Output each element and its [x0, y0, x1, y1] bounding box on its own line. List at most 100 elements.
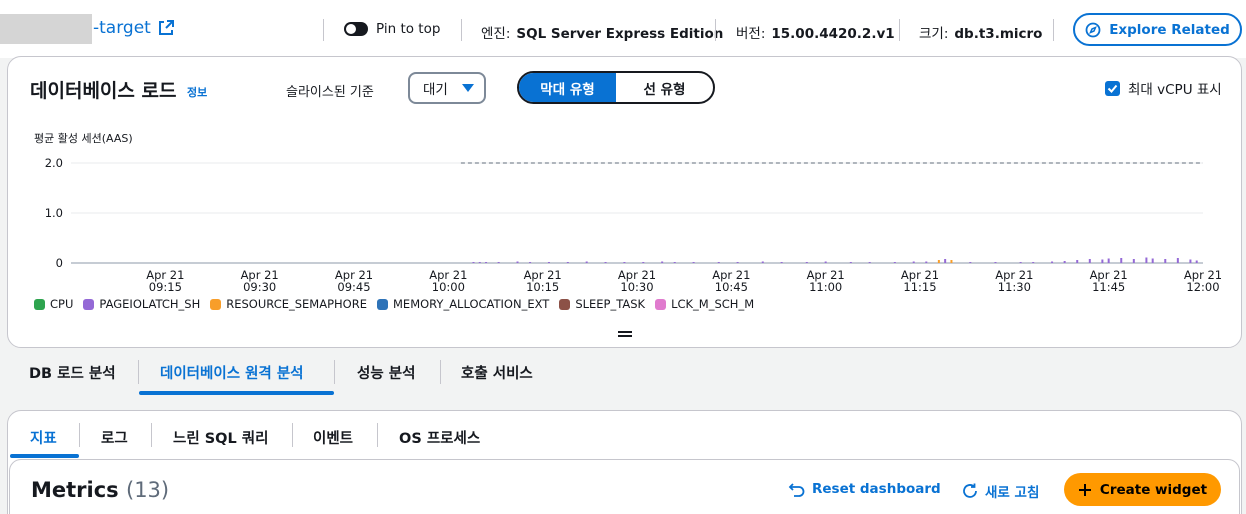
chart-bar — [692, 262, 695, 263]
separator — [292, 423, 293, 447]
separator — [151, 423, 152, 447]
compass-icon — [1085, 22, 1101, 37]
refresh-icon — [963, 483, 977, 498]
chart-bar — [1189, 259, 1192, 263]
explore-related-button[interactable]: Explore Related — [1073, 13, 1242, 46]
tab-slow-sql-queries[interactable]: 느린 SQL 쿼리 — [173, 427, 268, 448]
legend-swatch — [377, 298, 388, 310]
legend-label: PAGEIOLATCH_SH — [99, 297, 201, 311]
toggle-switch-icon[interactable] — [344, 22, 368, 36]
x-tick-time: 10:15 — [526, 280, 559, 294]
legend-swatch — [34, 298, 45, 310]
x-tick-time: 10:00 — [432, 280, 465, 294]
chart-bar — [547, 262, 550, 263]
legend-swatch — [655, 298, 667, 310]
separator — [334, 360, 335, 384]
legend-item[interactable]: CPU — [34, 297, 73, 311]
y-tick-label: 2.0 — [45, 156, 63, 170]
legend-item[interactable]: SLEEP_TASK — [559, 297, 645, 311]
separator — [79, 423, 80, 447]
separator — [377, 423, 378, 447]
chart-bar — [1032, 262, 1035, 263]
chart-bar — [529, 262, 532, 263]
chart-bar — [478, 262, 481, 263]
main-tabs: DB 로드 분석 데이터베이스 원격 분석 성능 분석 호출 서비스 — [0, 354, 1246, 396]
metrics-title-text: Metrics — [31, 478, 119, 502]
x-tick-time: 11:00 — [809, 280, 842, 294]
version-value: 15.00.4420.2.v1 — [771, 26, 895, 42]
tab-performance-analysis[interactable]: 성능 분석 — [357, 362, 415, 383]
chart-bar — [950, 260, 953, 263]
tab-events[interactable]: 이벤트 — [313, 427, 353, 448]
reset-dashboard-label: Reset dashboard — [812, 481, 941, 497]
chart-bar — [761, 261, 764, 263]
legend-item[interactable]: MEMORY_ALLOCATION_EXT — [377, 297, 549, 311]
tab-os-processes[interactable]: OS 프로세스 — [399, 427, 480, 448]
external-link-icon[interactable] — [157, 19, 175, 37]
chart-bar — [780, 262, 783, 263]
chart-bar — [1120, 258, 1123, 263]
db-instance-name[interactable]: -target — [93, 18, 151, 38]
chart-bar — [717, 262, 720, 263]
chart-bar — [1195, 260, 1198, 263]
reset-dashboard-button[interactable]: Reset dashboard — [788, 481, 941, 497]
chart-bar — [925, 261, 928, 263]
pin-to-top-toggle[interactable]: Pin to top — [344, 21, 440, 37]
legend-label: LCK_M_SCH_M — [671, 297, 755, 311]
create-widget-button[interactable]: Create widget — [1064, 473, 1221, 506]
tab-metrics[interactable]: 지표 — [30, 427, 57, 448]
x-tick-time: 11:30 — [998, 280, 1031, 294]
db-instance-link[interactable]: -target — [93, 18, 175, 38]
refresh-button[interactable]: 새로 고침 — [961, 481, 1039, 501]
resize-handle-icon[interactable] — [618, 331, 632, 337]
size-info: 크기: db.t3.micro — [919, 22, 1042, 42]
chart-bar — [824, 261, 827, 263]
database-load-panel: 데이터베이스 로드 정보 슬라이스된 기준 대기 막대 유형 선 유형 최대 v… — [7, 56, 1242, 348]
chart-legend: CPU PAGEIOLATCH_SH RESOURCE_SEMAPHORE MEMOR… — [34, 297, 754, 311]
chart-bar — [485, 262, 488, 263]
tab-logs[interactable]: 로그 — [101, 427, 128, 448]
separator — [440, 360, 441, 384]
create-widget-label: Create widget — [1099, 481, 1208, 498]
x-tick-time: 09:15 — [149, 280, 182, 294]
separator — [323, 19, 324, 41]
legend-item[interactable]: LCK_M_SCH_M — [655, 297, 754, 311]
chart-bar — [604, 262, 607, 263]
chart-bar — [1088, 259, 1091, 263]
chart-bar — [1164, 259, 1167, 263]
legend-label: MEMORY_ALLOCATION_EXT — [393, 297, 550, 311]
x-tick-time: 11:45 — [1092, 280, 1125, 294]
x-tick-time: 12:00 — [1186, 280, 1219, 294]
metrics-count: (13) — [126, 478, 170, 502]
legend-item[interactable]: RESOURCE_SEMAPHORE — [210, 297, 367, 311]
chart-bar — [642, 262, 645, 263]
refresh-label: 새로 고침 — [985, 485, 1040, 501]
tab-calling-services[interactable]: 호출 서비스 — [461, 362, 533, 383]
chart-bar — [944, 259, 947, 263]
active-subtab-indicator — [10, 454, 79, 458]
metrics-title: Metrics (13) — [31, 478, 169, 502]
version-label: 버전: — [736, 26, 766, 42]
chart-bar — [497, 262, 500, 263]
separator — [461, 19, 462, 41]
legend-label: CPU — [50, 297, 74, 311]
chart-bar — [969, 262, 972, 263]
chart-bar — [661, 261, 664, 263]
legend-item[interactable]: PAGEIOLATCH_SH — [83, 297, 200, 311]
chart-bar — [1101, 259, 1104, 263]
active-tab-indicator — [139, 391, 334, 395]
legend-swatch — [210, 298, 222, 310]
metrics-container: Metrics (13) Reset dashboard 새로 고침 Creat… — [9, 459, 1240, 514]
redacted-block — [0, 14, 92, 44]
chart-bar — [566, 262, 569, 263]
separator — [138, 360, 139, 384]
size-value: db.t3.micro — [954, 26, 1043, 42]
chart-bar — [893, 262, 896, 263]
plus-icon — [1078, 483, 1091, 496]
top-bar: -target Pin to top 엔진: SQL Server Express… — [0, 0, 1246, 58]
engine-label: 엔진: — [481, 26, 511, 42]
tab-database-telemetry[interactable]: 데이터베이스 원격 분석 — [160, 362, 304, 383]
version-info: 버전: 15.00.4420.2.v1 — [736, 22, 895, 42]
tab-db-load-analysis[interactable]: DB 로드 분석 — [29, 362, 116, 383]
chart-bar — [805, 262, 808, 263]
